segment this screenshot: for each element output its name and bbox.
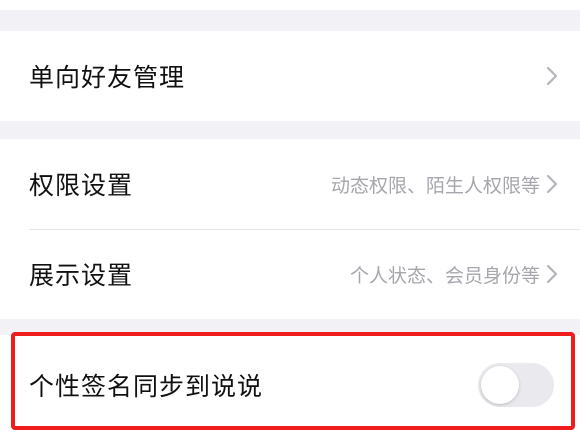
row-value: 个人状态、会员身份等 [349,264,540,287]
row-one-way-friends[interactable]: 单向好友管理 [0,31,580,121]
chevron-right-icon [546,264,558,284]
settings-group-privacy: 权限设置 动态权限、陌生人权限等 展示设置 个人状态、会员身份等 [0,139,580,319]
row-label: 展示设置 [29,261,134,290]
settings-page: 单向好友管理 权限设置 动态权限、陌生人权限等 展示设置 个人状态、会员身份等 [0,0,580,435]
row-label: 个性签名同步到说说 [29,372,264,401]
row-display[interactable]: 展示设置 个人状态、会员身份等 [0,229,580,319]
row-label: 单向好友管理 [29,63,186,92]
row-label: 权限设置 [29,171,134,200]
settings-group-friends: 单向好友管理 [0,31,580,121]
signature-sync-toggle[interactable] [478,363,554,407]
chevron-right-icon [546,174,558,194]
settings-group-signature: 个性签名同步到说说 [0,335,580,435]
toggle-knob [481,366,519,404]
row-signature-sync[interactable]: 个性签名同步到说说 [0,335,580,435]
top-section-edge [0,0,580,10]
chevron-right-icon [546,66,558,86]
row-value: 动态权限、陌生人权限等 [330,174,540,197]
row-permissions[interactable]: 权限设置 动态权限、陌生人权限等 [0,139,580,229]
